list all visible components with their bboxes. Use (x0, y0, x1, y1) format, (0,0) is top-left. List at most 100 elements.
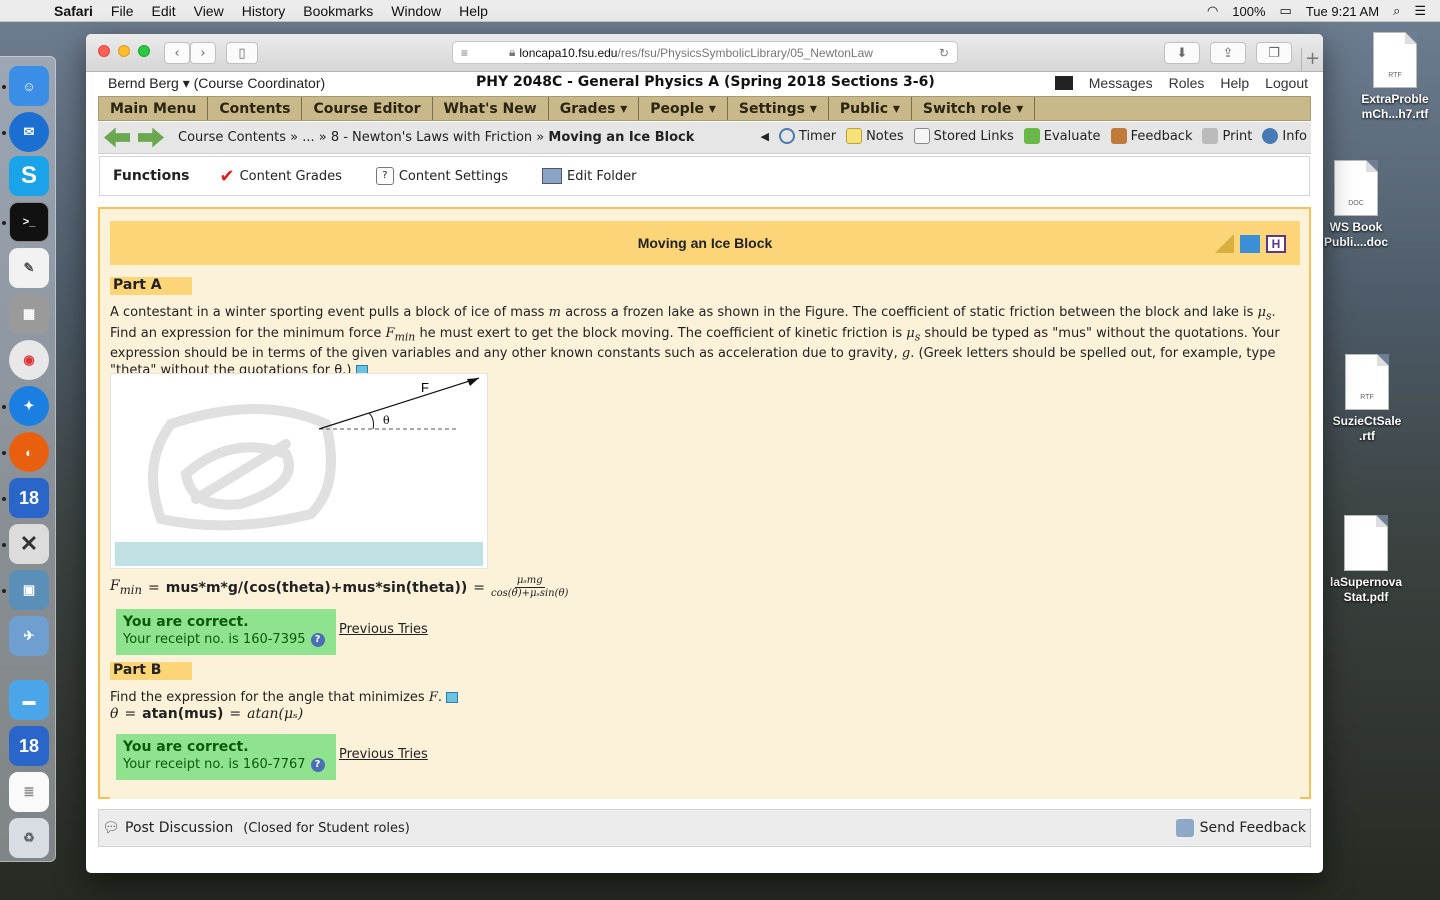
textedit-icon[interactable]: ✎ (9, 248, 49, 288)
notification-center-icon[interactable]: ☰ (1414, 3, 1426, 19)
functions-heading: Functions (113, 168, 190, 184)
send-feedback-link[interactable]: Send Feedback (1175, 819, 1306, 837)
battery-icon: ▭ (1279, 3, 1292, 18)
part-b-previous-tries-link[interactable]: Previous Tries (339, 747, 428, 762)
x11-icon[interactable]: ✕ (9, 524, 49, 564)
grade-ruler-icon[interactable] (1214, 235, 1234, 253)
chrome-icon[interactable]: ◉ (9, 340, 49, 380)
part-a-heading: Part A (110, 277, 192, 295)
timer-tool[interactable]: Timer (778, 128, 836, 144)
close-window-button[interactable] (98, 45, 110, 57)
part-a-text-2: across a frozen lake as shown in the Fig… (565, 305, 1254, 320)
finder-icon[interactable]: ☺ (9, 66, 49, 106)
equals-sign: = (473, 579, 486, 596)
receipt-help-icon[interactable]: ? (310, 757, 325, 772)
desktop-file[interactable]: RTF SuzieCtSale .rtf (1327, 354, 1407, 444)
help-link[interactable]: Help (1220, 75, 1249, 91)
minimize-window-button[interactable] (118, 45, 130, 57)
nav-settings[interactable]: Settings ▾ (728, 97, 829, 120)
stored-links-tool[interactable]: Stored Links (913, 128, 1014, 144)
messages-icon[interactable] (1054, 76, 1073, 90)
menu-file[interactable]: File (111, 3, 134, 19)
edit-folder-link[interactable]: Edit Folder (542, 168, 637, 184)
share-button[interactable]: ⇪ (1210, 42, 1246, 64)
document-icon[interactable]: ≣ (9, 772, 49, 812)
hint-h-icon[interactable]: H (1266, 235, 1286, 253)
nav-people[interactable]: People ▾ (639, 97, 728, 120)
terminal-icon[interactable]: >_ (9, 202, 49, 242)
print-tool[interactable]: Print (1202, 128, 1252, 144)
maple-18-doc-icon[interactable]: 18 (9, 726, 49, 766)
back-button[interactable]: ‹ (164, 42, 190, 64)
reload-icon[interactable]: ↻ (934, 45, 949, 60)
notes-icon (846, 128, 863, 144)
previous-resource-arrow-icon[interactable] (104, 127, 130, 148)
reader-icon[interactable]: ≡ (461, 46, 468, 60)
menu-bookmarks[interactable]: Bookmarks (303, 3, 373, 19)
messages-link[interactable]: Messages (1089, 75, 1153, 91)
mail-stamp-icon[interactable]: ✈ (9, 616, 49, 656)
fraction-denominator: cos(θ)+μₛsin(θ) (491, 588, 569, 599)
tabs-button[interactable]: ❐ (1256, 42, 1292, 64)
folder-icon[interactable]: ▬ (9, 680, 49, 720)
user-name[interactable]: Bernd Berg ▾ (108, 75, 190, 91)
doc-file-icon: DOC (1334, 160, 1378, 216)
info-tool[interactable]: Info (1262, 128, 1307, 144)
desktop-file[interactable]: DOC WS Book Publi....doc (1316, 160, 1396, 250)
roles-link[interactable]: Roles (1169, 75, 1205, 91)
next-resource-arrow-icon[interactable] (138, 127, 164, 148)
preview-icon[interactable]: ▣ (9, 570, 49, 610)
receipt-help-icon[interactable]: ? (310, 632, 325, 647)
evaluate-tool[interactable]: Evaluate (1023, 128, 1101, 144)
address-bar[interactable]: ≡ 🔒︎ loncapa10.fsu.edu /res/fsu/PhysicsS… (452, 41, 958, 64)
var-fmin: Fmin (385, 325, 416, 344)
wifi-icon[interactable]: ◠ (1207, 3, 1218, 19)
forward-button[interactable]: › (190, 42, 216, 64)
part-a-previous-tries-link[interactable]: Previous Tries (339, 622, 428, 637)
feedback-tool[interactable]: Feedback (1110, 128, 1192, 144)
thunderbird-icon[interactable]: ✉ (9, 112, 49, 152)
trash-icon[interactable]: ♻ (9, 818, 49, 858)
sidebar-button[interactable]: ▯ (226, 42, 258, 64)
dock: ☺ ✉ S >_ ✎ ▦ ◉ ✦ ◐ 18 ✕ ▣ ✈ ▬ 18 ≣ ♻ (0, 56, 56, 862)
desktop-file[interactable]: RTF ExtraProble mCh...h7.rtf (1355, 32, 1435, 122)
clock[interactable]: Tue 9:21 AM (1306, 4, 1379, 19)
content-settings-link[interactable]: ? Content Settings (375, 167, 508, 185)
var-mus: μs (906, 325, 921, 344)
nav-whats-new[interactable]: What's New (433, 97, 549, 120)
nav-switch-role[interactable]: Switch role ▾ (912, 97, 1036, 120)
nav-course-editor[interactable]: Course Editor (302, 97, 433, 120)
collapse-tools-icon[interactable]: ◀ (760, 130, 768, 143)
menu-help[interactable]: Help (459, 3, 488, 19)
desktop-file[interactable]: laSupernova Stat.pdf (1326, 515, 1406, 605)
logout-link[interactable]: Logout (1265, 75, 1308, 91)
new-tab-button[interactable]: + (1301, 48, 1323, 72)
spotlight-icon[interactable]: ⌕ (1393, 3, 1400, 19)
zoom-window-button[interactable] (138, 45, 150, 57)
nav-contents[interactable]: Contents (208, 97, 303, 120)
user-menu[interactable]: Bernd Berg ▾ (Course Coordinator) (108, 75, 325, 92)
chart-icon[interactable] (1240, 235, 1260, 253)
part-a-answer: Fmin = mus*m*g/(cos(theta)+mus*sin(theta… (110, 575, 568, 600)
nav-public[interactable]: Public ▾ (829, 97, 912, 120)
content-grades-link[interactable]: ✔ Content Grades (220, 166, 342, 187)
safari-icon[interactable]: ✦ (9, 386, 49, 426)
menu-app-name[interactable]: Safari (54, 3, 93, 19)
sidebar-icon: ▯ (238, 45, 246, 61)
maple-18-icon[interactable]: 18 (9, 478, 49, 518)
notes-tool[interactable]: Notes (846, 128, 904, 144)
post-discussion-link[interactable]: Post Discussion (125, 820, 233, 836)
calculator-icon[interactable]: ▦ (9, 294, 49, 334)
downloads-button[interactable]: ⬇ (1164, 42, 1200, 64)
battery-status[interactable]: 100% (1232, 4, 1265, 19)
menu-edit[interactable]: Edit (151, 3, 175, 19)
nav-main-menu[interactable]: Main Menu (99, 97, 209, 120)
discussion-note-icon[interactable] (446, 692, 459, 703)
breadcrumb-path[interactable]: Course Contents » ... » 8 - Newton's Law… (178, 130, 544, 145)
menu-view[interactable]: View (194, 3, 224, 19)
firefox-icon[interactable]: ◐ (9, 432, 49, 472)
nav-grades[interactable]: Grades ▾ (549, 97, 640, 120)
menu-history[interactable]: History (242, 3, 286, 19)
skype-icon[interactable]: S (9, 156, 49, 196)
menu-window[interactable]: Window (391, 3, 441, 19)
